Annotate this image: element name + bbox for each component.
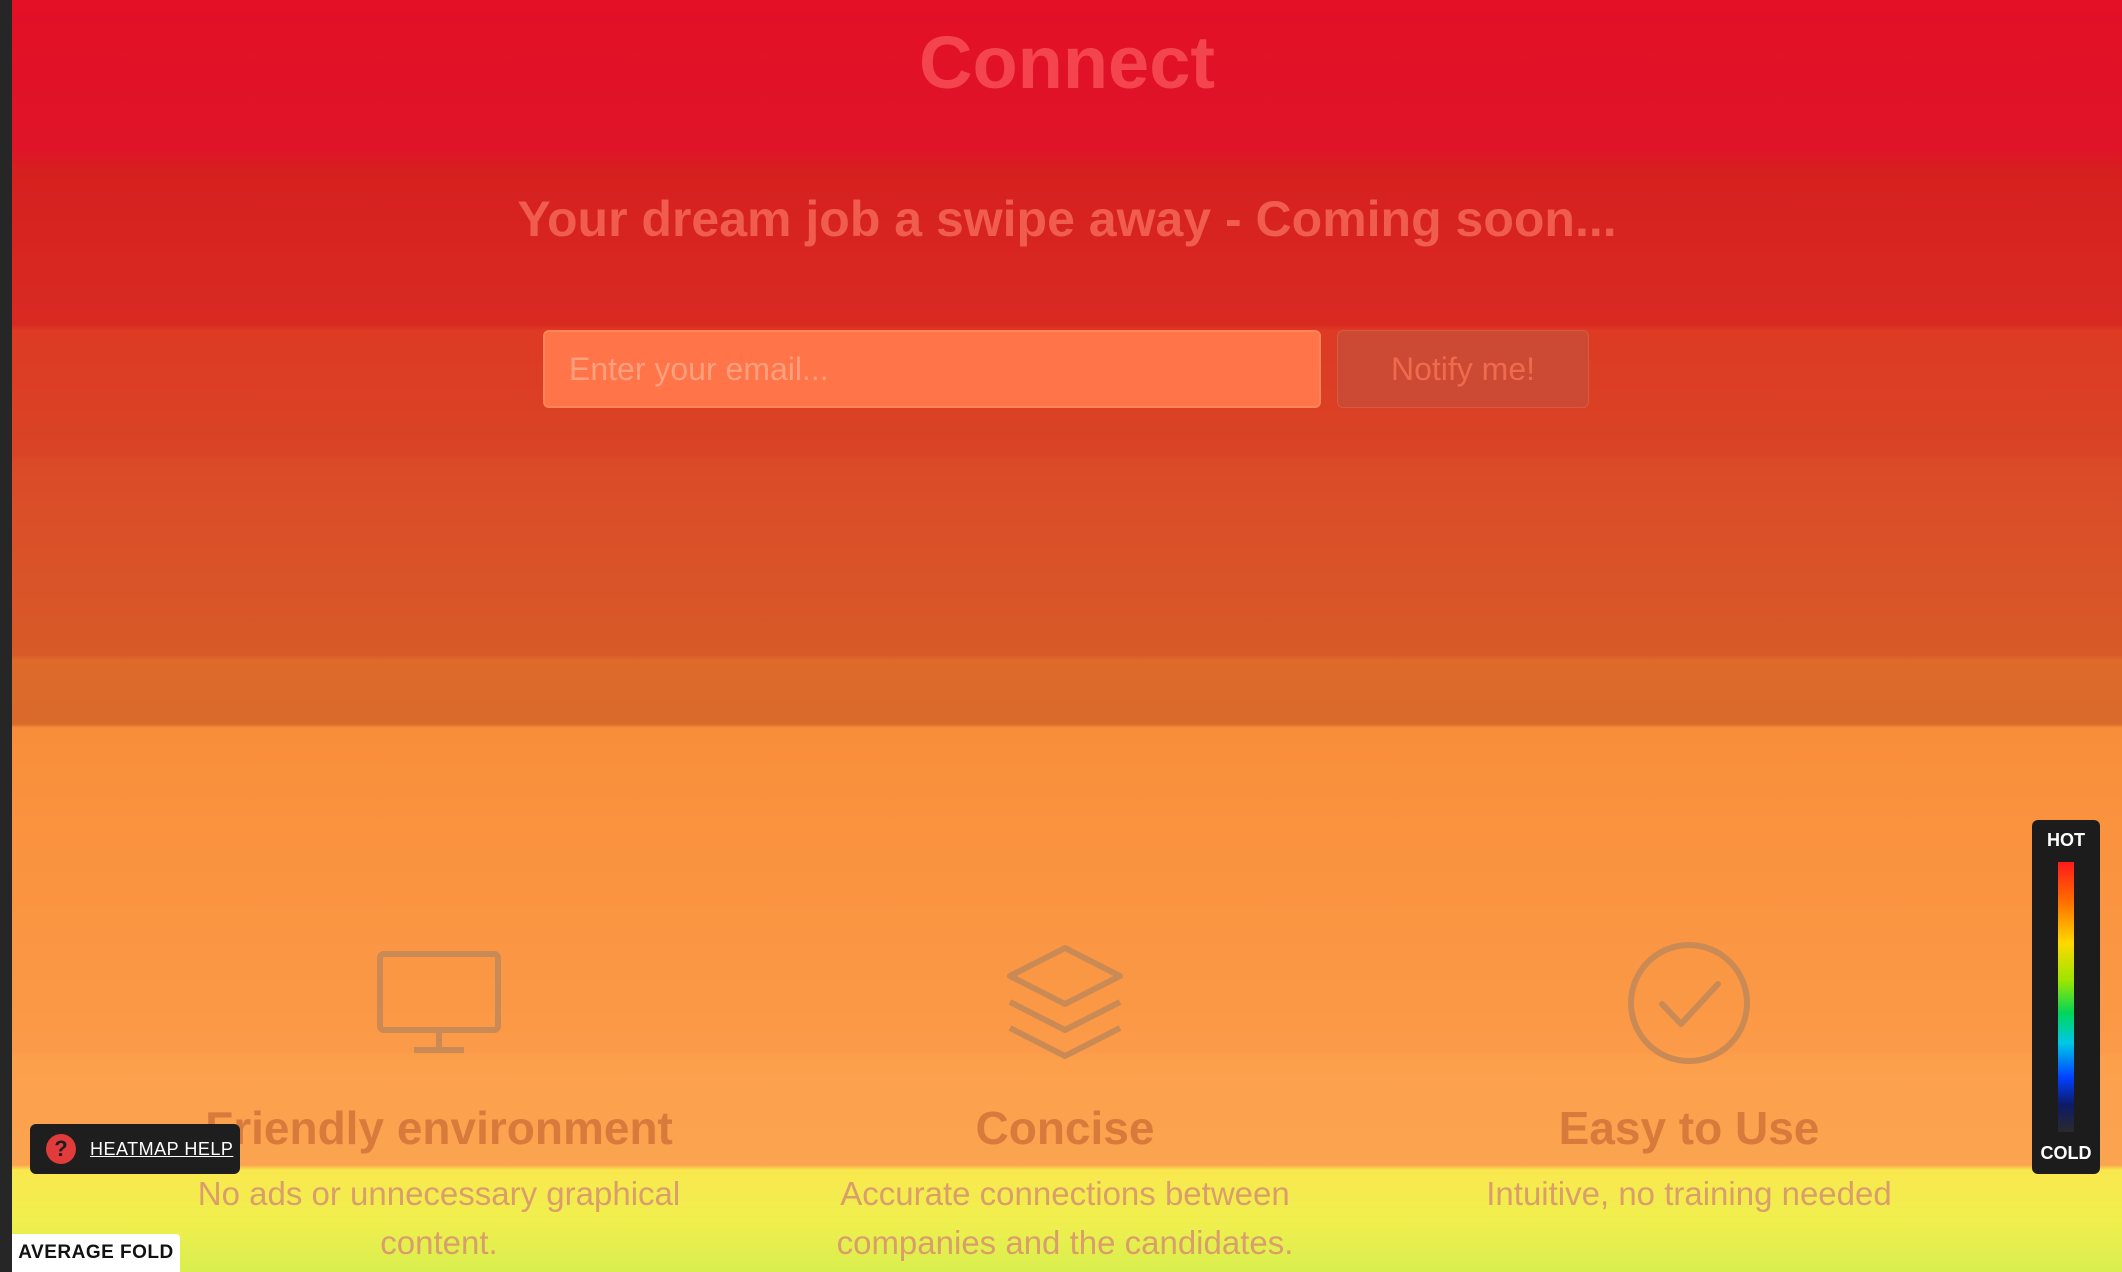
legend-cold-label: COLD: [2040, 1143, 2092, 1163]
monitor-icon: [377, 951, 501, 1053]
page-subtitle: Your dream job a swipe away - Coming soo…: [517, 191, 1617, 247]
heatmap-help-link[interactable]: HEATMAP HELP: [90, 1139, 233, 1160]
feature-text: No ads or unnecessary graphical content.: [197, 1175, 681, 1261]
feature-text: Accurate connections between companies a…: [836, 1175, 1294, 1261]
heatmap-help-button[interactable]: ? HEATMAP HELP: [30, 1124, 240, 1174]
feature-title: Easy to Use: [1558, 1102, 1820, 1154]
average-fold-label: AVERAGE FOLD: [12, 1234, 180, 1272]
feature-title: Concise: [975, 1102, 1155, 1154]
legend-hot-label: HOT: [2047, 830, 2085, 850]
email-input[interactable]: [543, 330, 1321, 408]
layers-icon: [1007, 945, 1123, 1059]
notify-button[interactable]: Notify me!: [1337, 330, 1589, 408]
check-circle-icon: [1628, 942, 1750, 1064]
left-scroll-strip: [0, 0, 12, 1272]
feature-easy-to-use: Easy to Use Intuitive, no training neede…: [1409, 940, 1969, 1218]
page-title: Connect: [919, 21, 1215, 104]
heat-legend: HOT COLD: [2032, 820, 2100, 1174]
feature-text: Intuitive, no training needed: [1486, 1175, 1892, 1212]
feature-friendly-environment: Friendly environment No ads or unnecessa…: [159, 940, 719, 1267]
legend-color-scale: [2058, 862, 2074, 1132]
feature-title: Friendly environment: [205, 1102, 673, 1154]
question-icon: ?: [46, 1134, 76, 1164]
feature-concise: Concise Accurate connections between com…: [785, 940, 1345, 1267]
heatmap-viewport: Connect Your dream job a swipe away - Co…: [0, 0, 2122, 1272]
